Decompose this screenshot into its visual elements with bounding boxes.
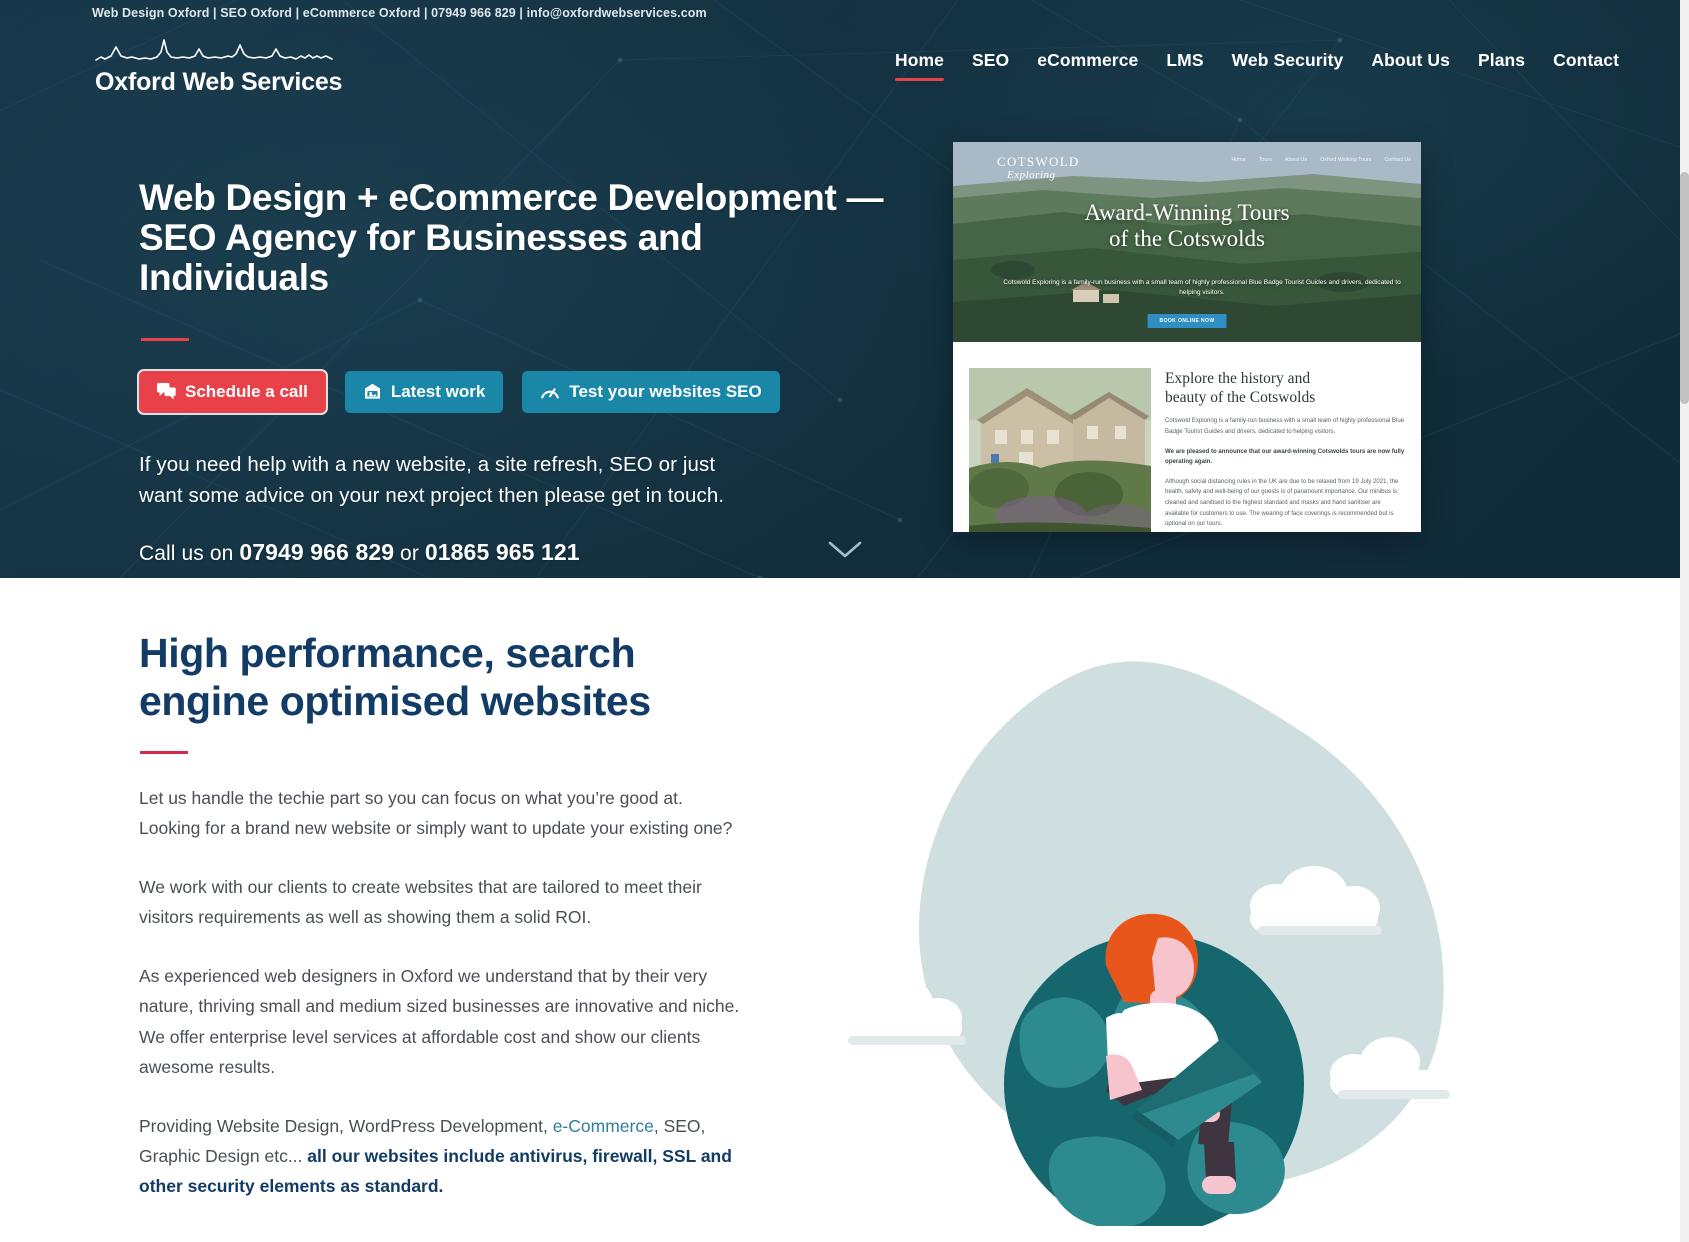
section-paragraph-3: As experienced web designers in Oxford w…	[139, 966, 740, 1077]
top-contact-bar-text: Web Design Oxford | SEO Oxford | eCommer…	[92, 6, 707, 20]
top-contact-bar: Web Design Oxford | SEO Oxford | eCommer…	[0, 0, 1689, 26]
site-header: Oxford Web Services Home SEO eCommerce L…	[0, 26, 1689, 112]
website-mockup-preview[interactable]: COTSWOLD Exploring Home Tours About Us O…	[953, 142, 1421, 532]
nav-item-lms[interactable]: LMS	[1166, 50, 1203, 83]
hero-paragraph-line2: want some advice on your next project th…	[139, 484, 725, 508]
mockup-body-p3: Although social distancing rules in the …	[1165, 477, 1399, 528]
hero-content: Web Design + eCommerce Development — SEO…	[139, 178, 899, 566]
ecommerce-link[interactable]: e-Commerce	[553, 1116, 654, 1136]
section-heading-line1: High performance, search	[139, 630, 636, 676]
main-navigation: Home SEO eCommerce LMS Web Security Abou…	[894, 50, 1619, 83]
mockup-body-text: Explore the history and beauty of the Co…	[1165, 368, 1405, 532]
woman-on-globe-with-laptop-illustration	[840, 661, 1450, 1226]
hero-heading-line2: SEO Agency for Businesses and Individual…	[139, 216, 703, 298]
section-paragraph-4: Providing Website Design, WordPress Deve…	[139, 1111, 759, 1201]
hero-section: Web Design Oxford | SEO Oxford | eCommer…	[0, 0, 1689, 578]
scroll-down-chevron[interactable]	[0, 541, 1689, 564]
mockup-body-heading-line2: beauty of the Cotswolds	[1165, 388, 1316, 406]
mockup-hero-subtext: Cotswold Exploring is a family-run busin…	[1003, 279, 1401, 297]
hero-heading: Web Design + eCommerce Development — SEO…	[139, 178, 899, 298]
gauge-icon	[541, 388, 560, 399]
section-paragraph-1: Let us handle the techie part so you can…	[139, 783, 759, 843]
test-your-websites-seo-button[interactable]: Test your websites SEO	[522, 370, 780, 413]
nav-item-ecommerce[interactable]: eCommerce	[1037, 50, 1138, 83]
nav-item-seo[interactable]: SEO	[972, 50, 1009, 83]
mockup-site-logo: COTSWOLD Exploring	[997, 154, 1080, 181]
mockup-hero-heading: Award-Winning Tours of the Cotswolds	[953, 200, 1421, 252]
hero-button-group: Schedule a call Latest work Test your we…	[139, 370, 899, 413]
nav-item-plans[interactable]: Plans	[1478, 50, 1525, 83]
nav-item-contact[interactable]: Contact	[1553, 50, 1619, 83]
portfolio-icon	[364, 384, 380, 399]
oxford-skyline-icon	[95, 39, 333, 61]
mockup-nav-contact[interactable]: Contact Us	[1384, 157, 1411, 163]
logo-wordmark: Oxford Web Services	[95, 68, 343, 96]
section-paragraph-4-pre: Providing Website Design, WordPress Deve…	[139, 1115, 553, 1136]
hero-heading-line1: Web Design + eCommerce Development —	[139, 177, 884, 218]
mockup-body-p2: We are pleased to announce that our awar…	[1165, 447, 1405, 466]
cottage-photo	[969, 368, 1151, 532]
mockup-hero-heading-line1: Award-Winning Tours	[1084, 200, 1290, 225]
section-paragraph-2: We work with our clients to create websi…	[139, 877, 702, 928]
latest-work-label: Latest work	[390, 381, 486, 401]
mockup-hero-heading-line2: of the Cotswolds	[1109, 226, 1265, 252]
page-scrollbar-track[interactable]	[1680, 0, 1689, 1242]
comments-icon	[157, 383, 176, 400]
section-text-column: High performance, search engine optimise…	[139, 630, 759, 1201]
mockup-body-p1: Cotswold Exploring is a family-run busin…	[1165, 417, 1405, 435]
schedule-a-call-button[interactable]: Schedule a call	[139, 370, 326, 413]
mockup-navigation: Home Tours About Us Oxford Walking Tours…	[1231, 157, 1411, 163]
mockup-body: Explore the history and beauty of the Co…	[953, 342, 1421, 532]
page-scrollbar-thumb[interactable]	[1680, 172, 1689, 404]
hero-divider	[141, 337, 189, 341]
mockup-nav-tours[interactable]: Tours	[1259, 157, 1272, 163]
mockup-body-heading-line1: Explore the history and	[1165, 370, 1311, 387]
latest-work-button[interactable]: Latest work	[344, 370, 504, 413]
nav-item-about-us[interactable]: About Us	[1371, 50, 1450, 83]
nav-item-home[interactable]: Home	[894, 50, 945, 83]
site-logo[interactable]: Oxford Web Services	[95, 36, 343, 96]
mockup-nav-about[interactable]: About Us	[1285, 157, 1307, 163]
section-heading-line2: engine optimised websites	[139, 677, 651, 724]
mockup-hero: COTSWOLD Exploring Home Tours About Us O…	[953, 142, 1421, 342]
test-your-websites-seo-label: Test your websites SEO	[569, 381, 762, 401]
hero-paragraph: If you need help with a new website, a s…	[139, 449, 899, 511]
mockup-body-heading: Explore the history and beauty of the Co…	[1165, 370, 1405, 407]
mockup-book-online-button[interactable]: BOOK ONLINE NOW	[1147, 314, 1227, 328]
high-performance-section: High performance, search engine optimise…	[0, 578, 1689, 1242]
schedule-a-call-label: Schedule a call	[185, 381, 308, 401]
section-heading: High performance, search engine optimise…	[139, 630, 759, 726]
mockup-logo-script: Exploring	[1007, 169, 1056, 181]
mockup-nav-home[interactable]: Home	[1231, 157, 1245, 163]
section-divider	[140, 750, 188, 754]
mockup-nav-walking[interactable]: Oxford Walking Tours	[1320, 157, 1371, 163]
mockup-logo-text: COTSWOLD	[997, 154, 1080, 169]
section-paragraph-1-line2: Looking for a brand new website or simpl…	[139, 818, 733, 839]
hero-paragraph-line1: If you need help with a new website, a s…	[139, 452, 716, 476]
nav-item-web-security[interactable]: Web Security	[1232, 50, 1344, 83]
section-paragraph-1-line1: Let us handle the techie part so you can…	[139, 787, 683, 808]
